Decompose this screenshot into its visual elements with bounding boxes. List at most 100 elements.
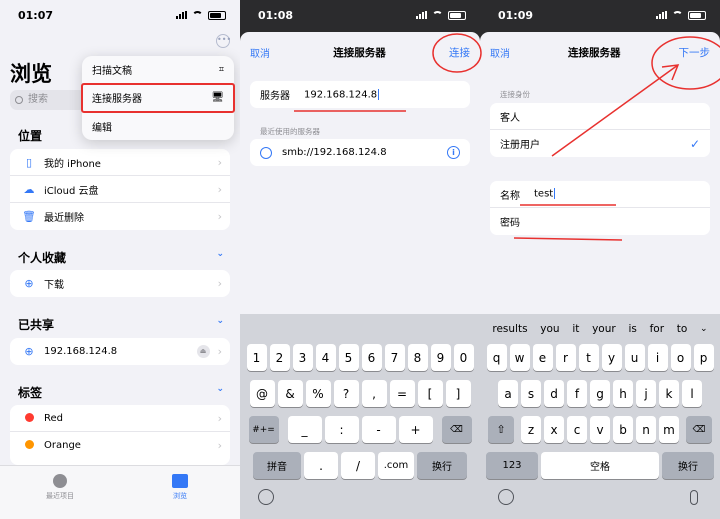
suggestion[interactable]: for <box>650 323 664 335</box>
globe-icon[interactable] <box>258 489 274 505</box>
key-8[interactable]: 8 <box>407 344 428 371</box>
tab-browse[interactable]: 浏览 <box>120 466 240 519</box>
key-123[interactable]: 123 <box>486 452 538 479</box>
connect-button[interactable]: 连接 <box>449 45 470 60</box>
key-p[interactable]: p <box>693 344 714 371</box>
chevron-down-icon[interactable]: ⌄ <box>216 249 224 266</box>
key-6[interactable]: 6 <box>361 344 382 371</box>
key-minus[interactable]: - <box>361 416 396 443</box>
key-percent[interactable]: % <box>305 380 331 407</box>
key-return[interactable]: 换行 <box>662 452 714 479</box>
key-return[interactable]: 换行 <box>417 452 467 479</box>
key-d[interactable]: d <box>544 380 564 407</box>
suggestion[interactable]: results <box>492 323 527 335</box>
key-underscore[interactable]: _ <box>287 416 322 443</box>
key-b[interactable]: b <box>613 416 633 443</box>
key-4[interactable]: 4 <box>315 344 336 371</box>
key-n[interactable]: n <box>636 416 656 443</box>
suggestion[interactable]: your <box>592 323 616 335</box>
key-question[interactable]: ? <box>333 380 359 407</box>
server-input[interactable]: 192.168.124.8 <box>304 89 377 100</box>
suggestion[interactable]: to <box>677 323 688 335</box>
section-tags-header[interactable]: 标签 ⌄ <box>18 384 224 401</box>
identity-option-registered[interactable]: 注册用户 ✓ <box>490 130 710 157</box>
suggestion[interactable]: is <box>628 323 636 335</box>
list-item-recently-deleted[interactable]: 🗑 最近删除 › <box>10 203 230 230</box>
microphone-icon[interactable] <box>690 490 698 505</box>
key-h[interactable]: h <box>613 380 633 407</box>
more-options-icon[interactable]: ••• <box>216 34 231 48</box>
key-v[interactable]: v <box>590 416 610 443</box>
list-item-icloud[interactable]: ☁ iCloud 云盘 › <box>10 176 230 203</box>
suggestion[interactable]: you <box>540 323 559 335</box>
key-ampersand[interactable]: & <box>277 380 303 407</box>
info-icon[interactable]: i <box>447 146 460 159</box>
key-m[interactable]: m <box>659 416 679 443</box>
key-dotcom[interactable]: .com <box>378 452 414 479</box>
cancel-button[interactable]: 取消 <box>250 45 270 60</box>
list-item-my-iphone[interactable]: ▯ 我的 iPhone › <box>10 149 230 176</box>
cancel-button[interactable]: 取消 <box>490 45 510 60</box>
key-pinyin[interactable]: 拼音 <box>253 452 301 479</box>
key-o[interactable]: o <box>670 344 691 371</box>
key-j[interactable]: j <box>636 380 656 407</box>
list-item-tag-red[interactable]: Red › <box>10 405 230 432</box>
key-symbols[interactable]: #+= <box>248 416 279 443</box>
shift-key-icon[interactable]: ⇧ <box>488 416 514 443</box>
key-f[interactable]: f <box>567 380 587 407</box>
section-favorites-header[interactable]: 个人收藏 ⌄ <box>18 249 224 266</box>
key-y[interactable]: y <box>601 344 622 371</box>
key-c[interactable]: c <box>567 416 587 443</box>
key-space[interactable]: 空格 <box>541 452 659 479</box>
key-5[interactable]: 5 <box>338 344 359 371</box>
key-u[interactable]: u <box>624 344 645 371</box>
key-colon[interactable]: : <box>324 416 359 443</box>
key-0[interactable]: 0 <box>453 344 474 371</box>
globe-icon[interactable] <box>498 489 514 505</box>
key-slash[interactable]: / <box>341 452 375 479</box>
chevron-down-icon[interactable]: ⌄ <box>216 384 224 401</box>
key-x[interactable]: x <box>544 416 564 443</box>
menu-item-edit[interactable]: 编辑 <box>82 112 234 140</box>
search-input[interactable]: 搜索 <box>10 90 86 110</box>
key-bracket-open[interactable]: [ <box>417 380 443 407</box>
next-button[interactable]: 下一步 <box>679 45 711 60</box>
key-7[interactable]: 7 <box>384 344 405 371</box>
eject-icon[interactable]: ⏏ <box>196 345 210 358</box>
key-equals[interactable]: = <box>389 380 415 407</box>
list-item-downloads[interactable]: ⊕ 下载 › <box>10 270 230 297</box>
chevron-down-icon[interactable]: ⌄ <box>216 316 224 333</box>
delete-key-icon[interactable]: ⌫ <box>686 416 712 443</box>
menu-item-connect-server[interactable]: 连接服务器 🖥 <box>81 83 235 113</box>
key-1[interactable]: 1 <box>246 344 267 371</box>
key-z[interactable]: z <box>521 416 541 443</box>
key-bracket-close[interactable]: ] <box>445 380 471 407</box>
key-9[interactable]: 9 <box>430 344 451 371</box>
identity-option-guest[interactable]: 客人 <box>490 103 710 130</box>
list-item-tag-orange[interactable]: Orange › <box>10 432 230 459</box>
name-input[interactable]: test <box>534 189 553 200</box>
section-shared-header[interactable]: 已共享 ⌄ <box>18 316 224 333</box>
key-3[interactable]: 3 <box>292 344 313 371</box>
key-at[interactable]: @ <box>249 380 275 407</box>
key-a[interactable]: a <box>498 380 518 407</box>
menu-item-scan-documents[interactable]: 扫描文稿 ⌗ <box>82 56 234 84</box>
key-i[interactable]: i <box>647 344 668 371</box>
key-r[interactable]: r <box>555 344 576 371</box>
tab-recents[interactable]: 最近项目 <box>0 466 120 519</box>
suggestion[interactable]: it <box>572 323 579 335</box>
key-q[interactable]: q <box>486 344 507 371</box>
key-k[interactable]: k <box>659 380 679 407</box>
key-t[interactable]: t <box>578 344 599 371</box>
chevron-down-icon[interactable]: ⌄ <box>700 324 708 334</box>
key-l[interactable]: l <box>682 380 702 407</box>
delete-key-icon[interactable]: ⌫ <box>441 416 472 443</box>
key-e[interactable]: e <box>532 344 553 371</box>
key-plus[interactable]: + <box>398 416 433 443</box>
key-g[interactable]: g <box>590 380 610 407</box>
password-field[interactable]: 密码 <box>490 208 710 235</box>
key-comma[interactable]: , <box>361 380 387 407</box>
key-s[interactable]: s <box>521 380 541 407</box>
name-field[interactable]: 名称 test <box>490 181 710 208</box>
recent-server-item[interactable]: smb://192.168.124.8 i <box>250 139 470 166</box>
